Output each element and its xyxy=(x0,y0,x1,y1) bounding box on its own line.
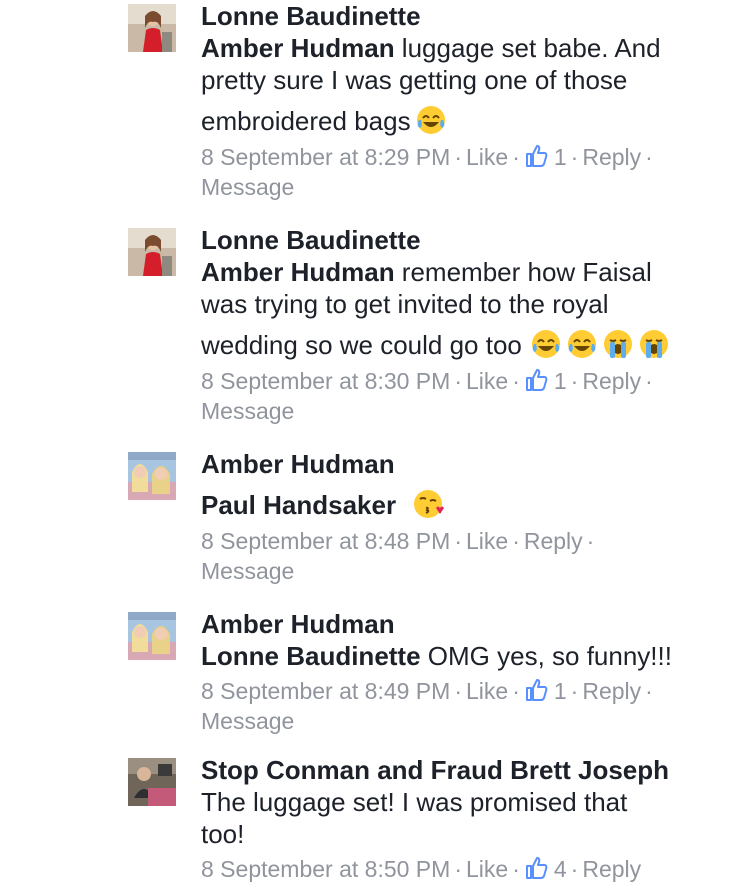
reaction-count[interactable]: 1 xyxy=(554,678,567,704)
message-link[interactable]: Message xyxy=(201,396,736,426)
loudly-crying-face-icon xyxy=(638,328,670,360)
comment-meta: 8 September at 8:50 PM · Like · 4 · Reply xyxy=(201,856,642,882)
comment-author[interactable]: Stop Conman and Fraud Brett Joseph xyxy=(201,754,736,786)
mention-link[interactable]: Paul Handsaker xyxy=(201,490,396,520)
like-link[interactable]: Like xyxy=(466,528,508,554)
thumbs-up-icon[interactable] xyxy=(524,368,548,392)
thumbs-up-icon[interactable] xyxy=(524,856,548,880)
tears-of-joy-icon xyxy=(415,104,447,136)
avatar-image xyxy=(128,4,176,52)
comment-author[interactable]: Lonne Baudinette xyxy=(201,0,736,32)
reply-link[interactable]: Reply xyxy=(582,368,641,394)
reaction-count[interactable]: 1 xyxy=(554,144,567,170)
reply-link[interactable]: Reply xyxy=(582,678,641,704)
like-link[interactable]: Like xyxy=(466,368,508,394)
comment-meta: 8 September at 8:30 PM · Like · 1 · Reply · xyxy=(201,368,653,394)
comment-text-line: OMG yes, so funny!!! xyxy=(420,641,672,671)
comment-text-line: The luggage set! I was promised that xyxy=(201,787,628,817)
message-link[interactable]: Message xyxy=(201,172,736,202)
comment-text: Paul Handsaker xyxy=(201,480,736,522)
comment-meta: 8 September at 8:48 PM · Like · Reply · xyxy=(201,528,595,554)
comment-text-line: too! xyxy=(201,819,245,849)
comment-text: The luggage set! I was promised that too… xyxy=(201,786,736,850)
avatar-image xyxy=(128,612,176,660)
reply-link[interactable]: Reply xyxy=(582,856,641,882)
tears-of-joy-icon xyxy=(566,328,598,360)
avatar-image xyxy=(128,228,176,276)
comment-text-line: pretty sure I was getting one of those xyxy=(201,65,628,95)
comment-timestamp[interactable]: 8 September at 8:30 PM xyxy=(201,368,450,394)
avatar[interactable] xyxy=(128,452,176,500)
reaction-count[interactable]: 4 xyxy=(554,856,567,882)
like-link[interactable]: Like xyxy=(466,144,508,170)
face-blowing-kiss-icon xyxy=(412,488,445,520)
reply-link[interactable]: Reply xyxy=(582,144,641,170)
message-link[interactable]: Message xyxy=(201,706,736,736)
like-link[interactable]: Like xyxy=(466,856,508,882)
comment-timestamp[interactable]: 8 September at 8:50 PM xyxy=(201,856,450,882)
comment-meta: 8 September at 8:49 PM · Like · 1 · Reply · xyxy=(201,678,653,704)
comment-text-line: remember how Faisal xyxy=(394,257,652,287)
loudly-crying-face-icon xyxy=(602,328,634,360)
avatar-image xyxy=(128,758,176,806)
avatar[interactable] xyxy=(128,4,176,52)
thumbs-up-icon[interactable] xyxy=(524,144,548,168)
comment-author[interactable]: Amber Hudman xyxy=(201,608,736,640)
comment-timestamp[interactable]: 8 September at 8:48 PM xyxy=(201,528,450,554)
message-link[interactable]: Message xyxy=(201,556,736,586)
thumbs-up-icon[interactable] xyxy=(524,678,548,702)
reaction-count[interactable]: 1 xyxy=(554,368,567,394)
comment-text: Amber Hudman luggage set babe. And prett… xyxy=(201,32,736,138)
avatar-image xyxy=(128,452,176,500)
comment-text-line: embroidered bags xyxy=(201,106,411,136)
comment-timestamp[interactable]: 8 September at 8:49 PM xyxy=(201,678,450,704)
avatar[interactable] xyxy=(128,758,176,806)
avatar[interactable] xyxy=(128,228,176,276)
comment-text-line: was trying to get invited to the royal xyxy=(201,289,609,319)
mention-link[interactable]: Lonne Baudinette xyxy=(201,641,421,671)
avatar[interactable] xyxy=(128,612,176,660)
comment-author[interactable]: Amber Hudman xyxy=(201,448,736,480)
comment-text: Lonne Baudinette OMG yes, so funny!!! xyxy=(201,640,736,672)
comment-text-line: wedding so we could go too xyxy=(201,330,522,360)
mention-link[interactable]: Amber Hudman xyxy=(201,33,395,63)
comment-text: Amber Hudman remember how Faisal was try… xyxy=(201,256,736,362)
tears-of-joy-icon xyxy=(530,328,562,360)
mention-link[interactable]: Amber Hudman xyxy=(201,257,395,287)
comment-author[interactable]: Lonne Baudinette xyxy=(201,224,736,256)
like-link[interactable]: Like xyxy=(466,678,508,704)
comment-text-line: luggage set babe. And xyxy=(394,33,661,63)
comment-timestamp[interactable]: 8 September at 8:29 PM xyxy=(201,144,450,170)
comment-meta: 8 September at 8:29 PM · Like · 1 · Reply · xyxy=(201,144,653,170)
reply-link[interactable]: Reply xyxy=(524,528,583,554)
